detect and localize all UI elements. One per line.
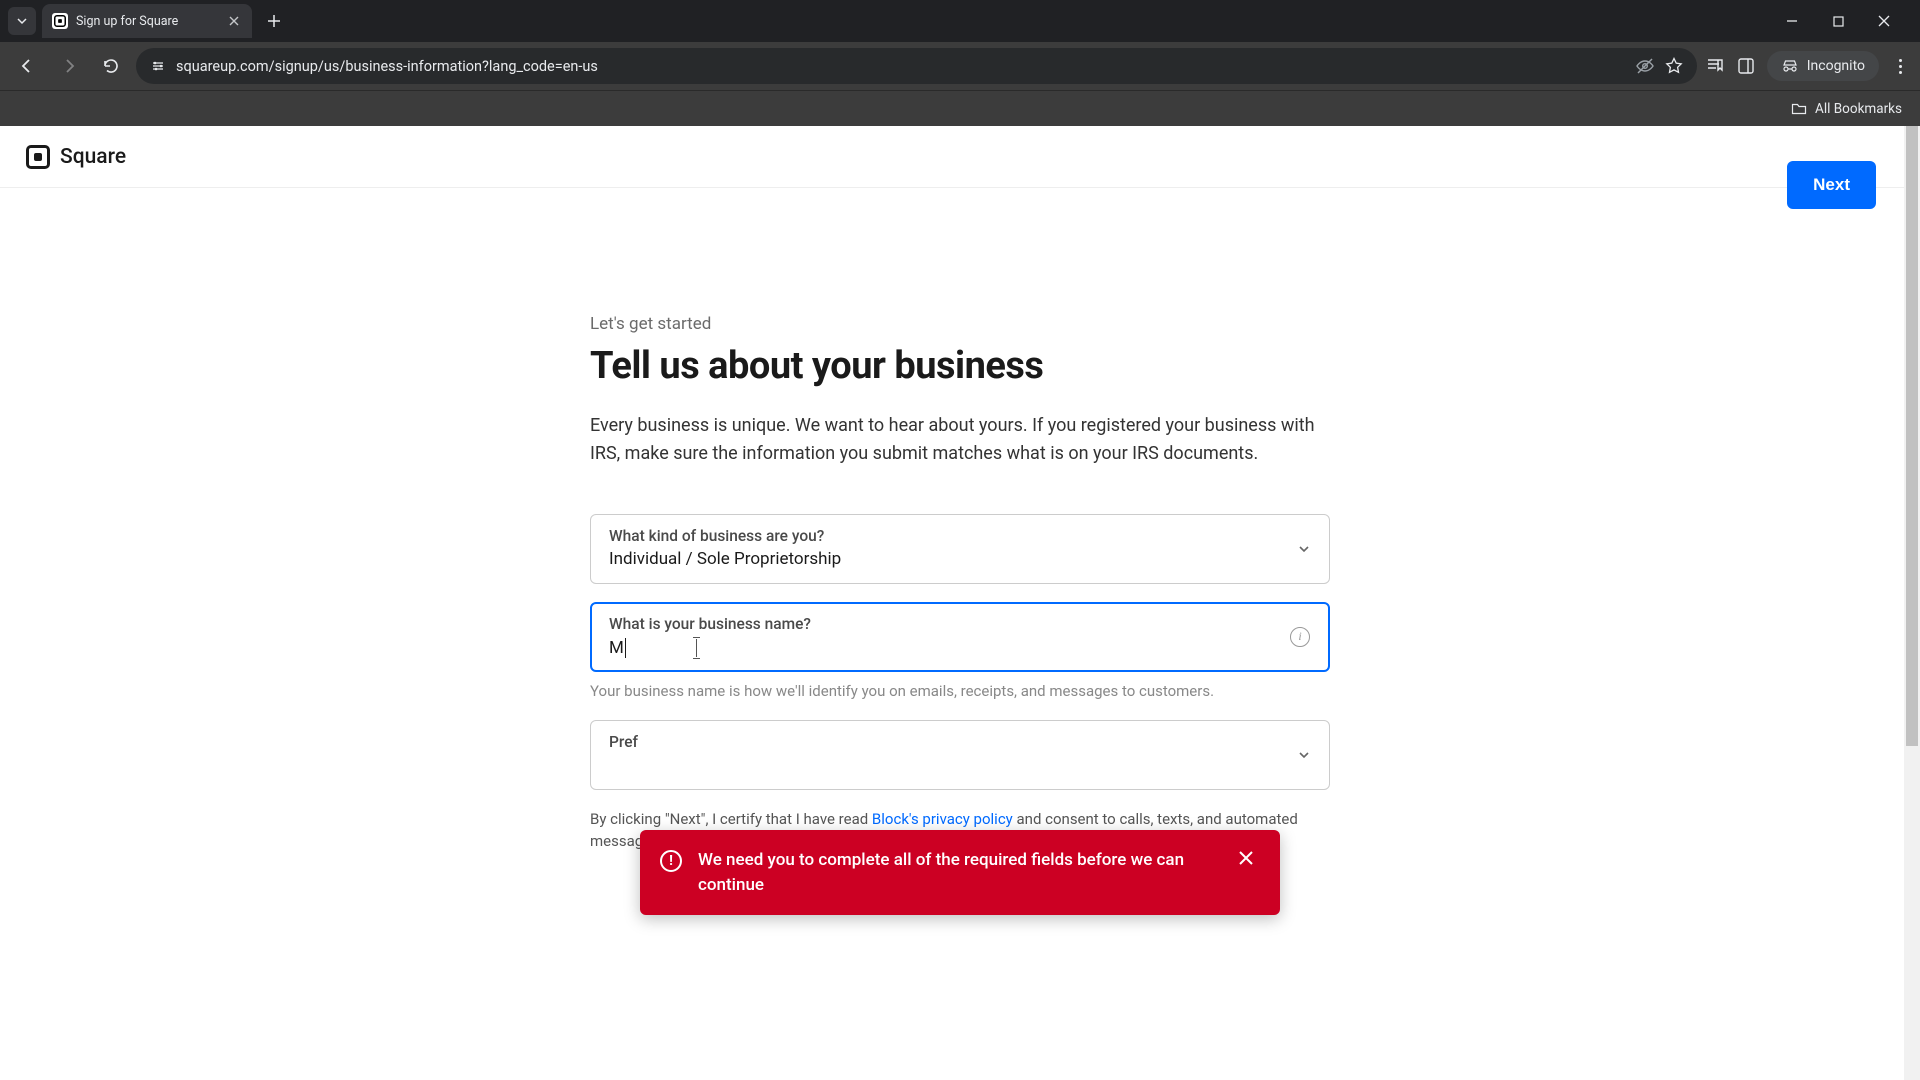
preferred-language-select[interactable]: Pref <box>590 720 1330 790</box>
maximize-button[interactable] <box>1824 7 1852 35</box>
browser-tab[interactable]: Sign up for Square <box>42 4 252 38</box>
reload-icon <box>102 57 120 75</box>
window-controls <box>1778 7 1912 35</box>
business-type-select[interactable]: What kind of business are you? Individua… <box>590 514 1330 584</box>
side-panel-icon[interactable] <box>1737 57 1755 75</box>
browser-toolbar: squareup.com/signup/us/business-informat… <box>0 42 1920 90</box>
forward-button[interactable] <box>52 49 86 83</box>
error-toast: ! We need you to complete all of the req… <box>640 830 1280 915</box>
reload-button[interactable] <box>94 49 128 83</box>
business-name-helper: Your business name is how we'll identify… <box>590 682 1330 700</box>
page-viewport: Square Next Let's get started Tell us ab… <box>0 126 1920 1080</box>
bookmark-bar: All Bookmarks <box>0 90 1920 126</box>
chevron-down-icon <box>1297 748 1311 762</box>
all-bookmarks-label: All Bookmarks <box>1815 101 1902 117</box>
all-bookmarks-button[interactable]: All Bookmarks <box>1791 101 1902 117</box>
browser-menu-button[interactable] <box>1891 59 1910 74</box>
maximize-icon <box>1833 16 1844 27</box>
tab-favicon <box>52 13 68 29</box>
square-logo[interactable]: Square <box>26 145 126 169</box>
chevron-down-icon <box>16 15 28 27</box>
bookmark-star-icon[interactable] <box>1665 57 1683 75</box>
minimize-icon <box>1786 15 1798 27</box>
page-intro: Every business is unique. We want to hea… <box>590 412 1330 468</box>
toolbar-right: Incognito <box>1705 51 1910 81</box>
text-caret-icon <box>696 639 697 657</box>
preferred-language-label: Pref <box>609 733 1311 751</box>
minimize-button[interactable] <box>1778 7 1806 35</box>
tab-strip: Sign up for Square <box>0 0 1920 42</box>
incognito-badge[interactable]: Incognito <box>1767 51 1879 81</box>
close-icon <box>1878 15 1890 27</box>
info-icon[interactable]: i <box>1290 627 1310 647</box>
error-icon: ! <box>660 850 682 872</box>
incognito-icon <box>1781 57 1799 75</box>
arrow-right-icon <box>60 57 78 75</box>
business-type-label: What kind of business are you? <box>609 527 1311 545</box>
business-name-label: What is your business name? <box>609 615 1311 633</box>
next-button[interactable]: Next <box>1787 161 1876 209</box>
page-eyebrow: Let's get started <box>590 314 1330 334</box>
scrollbar-thumb[interactable] <box>1906 126 1918 746</box>
privacy-policy-link[interactable]: Block's privacy policy <box>872 810 1013 828</box>
incognito-label: Incognito <box>1807 58 1865 74</box>
app-header: Square <box>0 126 1920 188</box>
tab-search-button[interactable] <box>8 7 36 35</box>
eye-off-icon[interactable] <box>1635 56 1655 76</box>
close-window-button[interactable] <box>1870 7 1898 35</box>
tab-title: Sign up for Square <box>76 14 218 29</box>
business-name-input[interactable]: What is your business name? M i <box>590 602 1330 672</box>
browser-chrome: Sign up for Square squareup.com/signup/u… <box>0 0 1920 126</box>
folder-icon <box>1791 101 1807 117</box>
square-logo-text: Square <box>60 145 126 169</box>
site-settings-icon <box>150 58 166 74</box>
url-text: squareup.com/signup/us/business-informat… <box>176 58 1625 75</box>
plus-icon <box>267 14 281 28</box>
page-title: Tell us about your business <box>590 344 1330 388</box>
close-icon <box>229 16 239 26</box>
error-close-button[interactable] <box>1232 848 1260 868</box>
tab-close-button[interactable] <box>226 13 242 29</box>
square-logo-mark <box>26 145 50 169</box>
arrow-left-icon <box>18 57 36 75</box>
form-area: Let's get started Tell us about your bus… <box>590 188 1330 853</box>
address-bar[interactable]: squareup.com/signup/us/business-informat… <box>136 48 1697 84</box>
close-icon <box>1238 850 1254 866</box>
error-message: We need you to complete all of the requi… <box>698 848 1216 897</box>
preferred-language-value <box>609 755 1311 777</box>
reading-list-icon[interactable] <box>1705 56 1725 76</box>
chevron-down-icon <box>1297 542 1311 556</box>
scrollbar[interactable] <box>1904 126 1920 1080</box>
business-name-value: M <box>609 637 1311 659</box>
business-type-value: Individual / Sole Proprietorship <box>609 549 1311 571</box>
text-cursor <box>625 638 626 658</box>
new-tab-button[interactable] <box>260 7 288 35</box>
back-button[interactable] <box>10 49 44 83</box>
